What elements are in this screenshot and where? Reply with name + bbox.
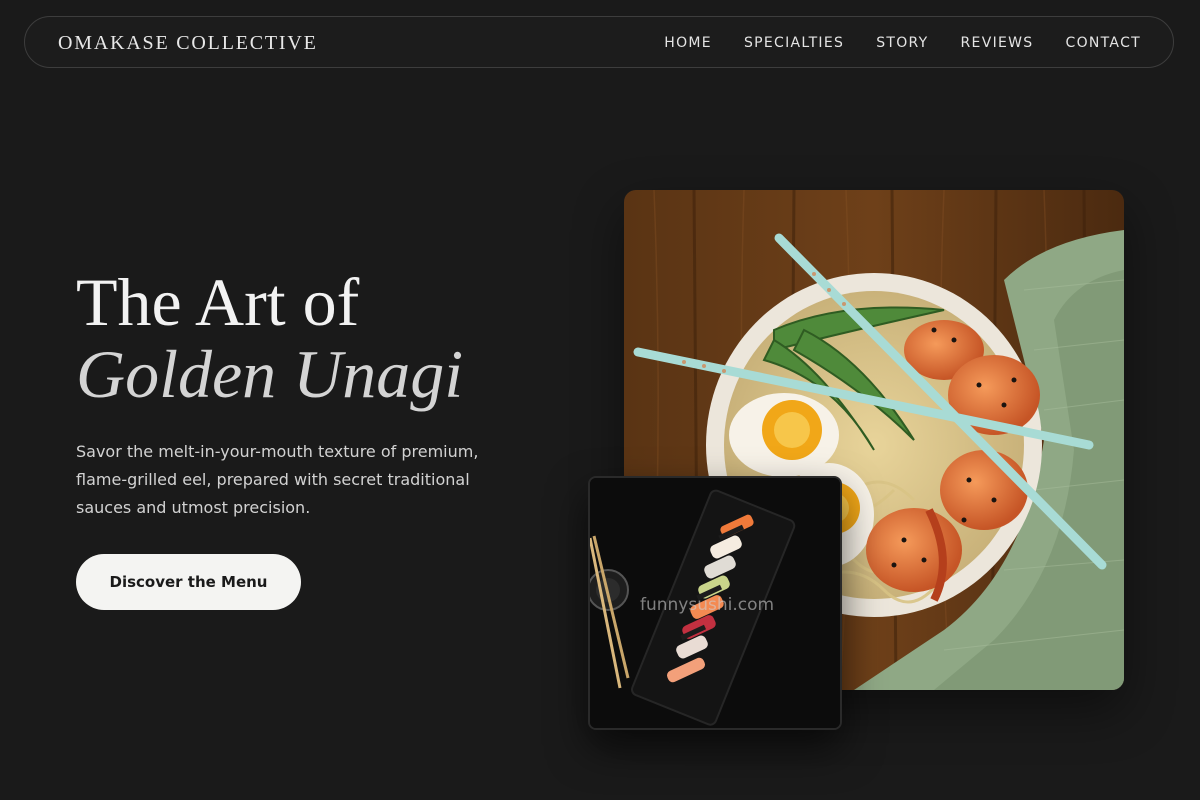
nav-link-story[interactable]: STORY bbox=[876, 35, 928, 51]
sushi-platter-image: funnysushi.com bbox=[588, 476, 842, 730]
image-watermark: funnysushi.com bbox=[640, 595, 775, 615]
hero-title-line2: Golden Unagi bbox=[76, 336, 464, 412]
hero-subtitle: Savor the melt-in-your-mouth texture of … bbox=[76, 442, 479, 517]
brand-logo[interactable]: OMAKASE COLLECTIVE bbox=[58, 17, 318, 69]
nav-link-specialties[interactable]: SPECIALTIES bbox=[744, 35, 844, 51]
nav-link-reviews[interactable]: REVIEWS bbox=[961, 35, 1034, 51]
hero-title-line1: The Art of bbox=[76, 264, 360, 340]
nav-links: HOME SPECIALTIES STORY REVIEWS CONTACT bbox=[664, 17, 1141, 69]
nav-link-home[interactable]: HOME bbox=[664, 35, 712, 51]
discover-menu-button[interactable]: Discover the Menu bbox=[76, 554, 301, 610]
top-nav: OMAKASE COLLECTIVE HOME SPECIALTIES STOR… bbox=[24, 16, 1174, 68]
hero-title: The Art of Golden Unagi bbox=[76, 266, 463, 410]
nav-link-contact[interactable]: CONTACT bbox=[1066, 35, 1142, 51]
